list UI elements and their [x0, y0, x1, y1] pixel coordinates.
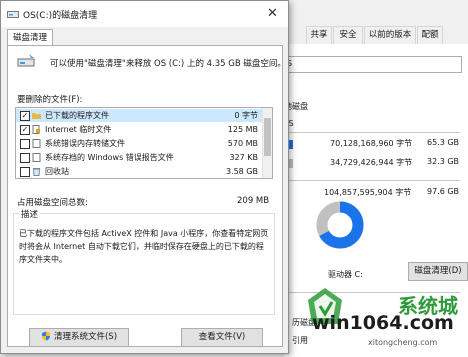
disk-cleanup-dialog: OS(C:)的磁盘清理 ✕ 磁盘清理 可以使用"磁盘清理"来释放 OS (C:)…: [0, 0, 289, 354]
divider: [284, 180, 460, 181]
checkbox-unchecked[interactable]: [20, 167, 30, 177]
file-name: 回收站: [45, 167, 69, 176]
file-size: 3.58 GB: [225, 167, 258, 176]
disk-usage-donut: [316, 201, 364, 249]
cleanup-intro-text: 可以使用"磁盘清理"来释放 OS (C:) 上的 4.35 GB 磁盘空间。: [50, 59, 286, 69]
drive-icon: [7, 11, 19, 18]
file-size: 327 KB: [229, 153, 258, 162]
drive-label: 驱动器 C:: [328, 270, 363, 279]
tab-quota[interactable]: 配额: [417, 26, 443, 44]
view-files-button[interactable]: 查看文件(V): [181, 328, 263, 347]
total-space-value: 209 MB: [237, 196, 270, 206]
file-size: 125 MB: [227, 125, 258, 134]
used-bytes: 70,128,168,960 字节: [330, 139, 413, 148]
tab-security[interactable]: 安全: [333, 26, 363, 44]
list-item[interactable]: 回收站 3.58 GB: [16, 165, 262, 178]
close-icon[interactable]: ✕: [267, 6, 278, 21]
file-name: 已下载的程序文件: [45, 111, 109, 120]
files-to-delete-list[interactable]: ✓ 已下载的程序文件 0 字节 ✓ Internet 临时文件 125 MB 系…: [15, 107, 273, 179]
scrollbar-thumb[interactable]: [264, 118, 271, 156]
tab-sharing[interactable]: 共享: [306, 26, 332, 44]
total-space-label: 占用磁盘空间总数:: [17, 198, 88, 208]
files-to-delete-label: 要删除的文件(F):: [17, 95, 83, 105]
free-size: 32.3 GB: [427, 157, 460, 166]
checkbox-checked[interactable]: ✓: [20, 125, 30, 135]
checkbox-unchecked[interactable]: [20, 139, 30, 149]
disk-cleanup-button[interactable]: 磁盘清理(D): [408, 262, 468, 281]
list-item[interactable]: 系统错误内存转储文件 570 MB: [16, 137, 262, 150]
file-name: Internet 临时文件: [45, 125, 112, 134]
checkbox-checked[interactable]: ✓: [20, 111, 30, 121]
checkbox-unchecked[interactable]: [20, 153, 30, 163]
file-name: 系统存档的 Windows 错误报告文件: [45, 153, 174, 162]
file-icon: [32, 153, 41, 162]
description-label: 描述: [19, 208, 41, 220]
list-item[interactable]: ✓ 已下载的程序文件 0 字节: [16, 109, 262, 122]
watermark-brand: 系统城: [398, 294, 458, 318]
recycle-bin-icon: [32, 168, 41, 176]
site-watermark: win1064.com 系统城 xitongcheng.com: [298, 286, 466, 352]
list-scrollbar[interactable]: [262, 108, 272, 178]
lock-file-icon: [32, 125, 40, 134]
shield-icon: [41, 331, 50, 341]
cleanup-system-files-button[interactable]: 清理系统文件(S): [29, 328, 129, 347]
list-item[interactable]: ✓ Internet 临时文件 125 MB: [16, 123, 262, 136]
list-item[interactable]: 系统存档的 Windows 错误报告文件 327 KB: [16, 151, 262, 164]
capacity-bytes: 104,857,595,904 字节: [324, 188, 412, 197]
file-size: 570 MB: [227, 139, 258, 148]
divider: [284, 132, 460, 133]
drive-name-field[interactable]: S: [284, 56, 462, 73]
tab-disk-cleanup[interactable]: 磁盘清理: [7, 29, 53, 46]
used-size: 65.3 GB: [427, 138, 460, 147]
description-text: 已下载的程序文件包括 ActiveX 控件和 Java 小程序，你查看特定网页时…: [19, 229, 269, 264]
dialog-titlebar: OS(C:)的磁盘清理 ✕: [1, 1, 288, 27]
free-bytes: 34,729,426,944 字节: [330, 158, 413, 167]
cleanup-system-files-label: 清理系统文件(S): [53, 332, 118, 342]
watermark-url: xitongcheng.com: [368, 338, 438, 347]
capacity-size: 97.6 GB: [427, 187, 460, 196]
file-name: 系统错误内存转储文件: [45, 139, 125, 148]
tab-previous-versions[interactable]: 以前的版本: [364, 26, 416, 44]
file-size: 0 字节: [234, 111, 258, 120]
dialog-title: OS(C:)的磁盘清理: [23, 11, 98, 21]
cleanup-drive-icon: [17, 54, 35, 67]
folder-icon: [32, 113, 41, 119]
file-icon: [32, 139, 41, 148]
